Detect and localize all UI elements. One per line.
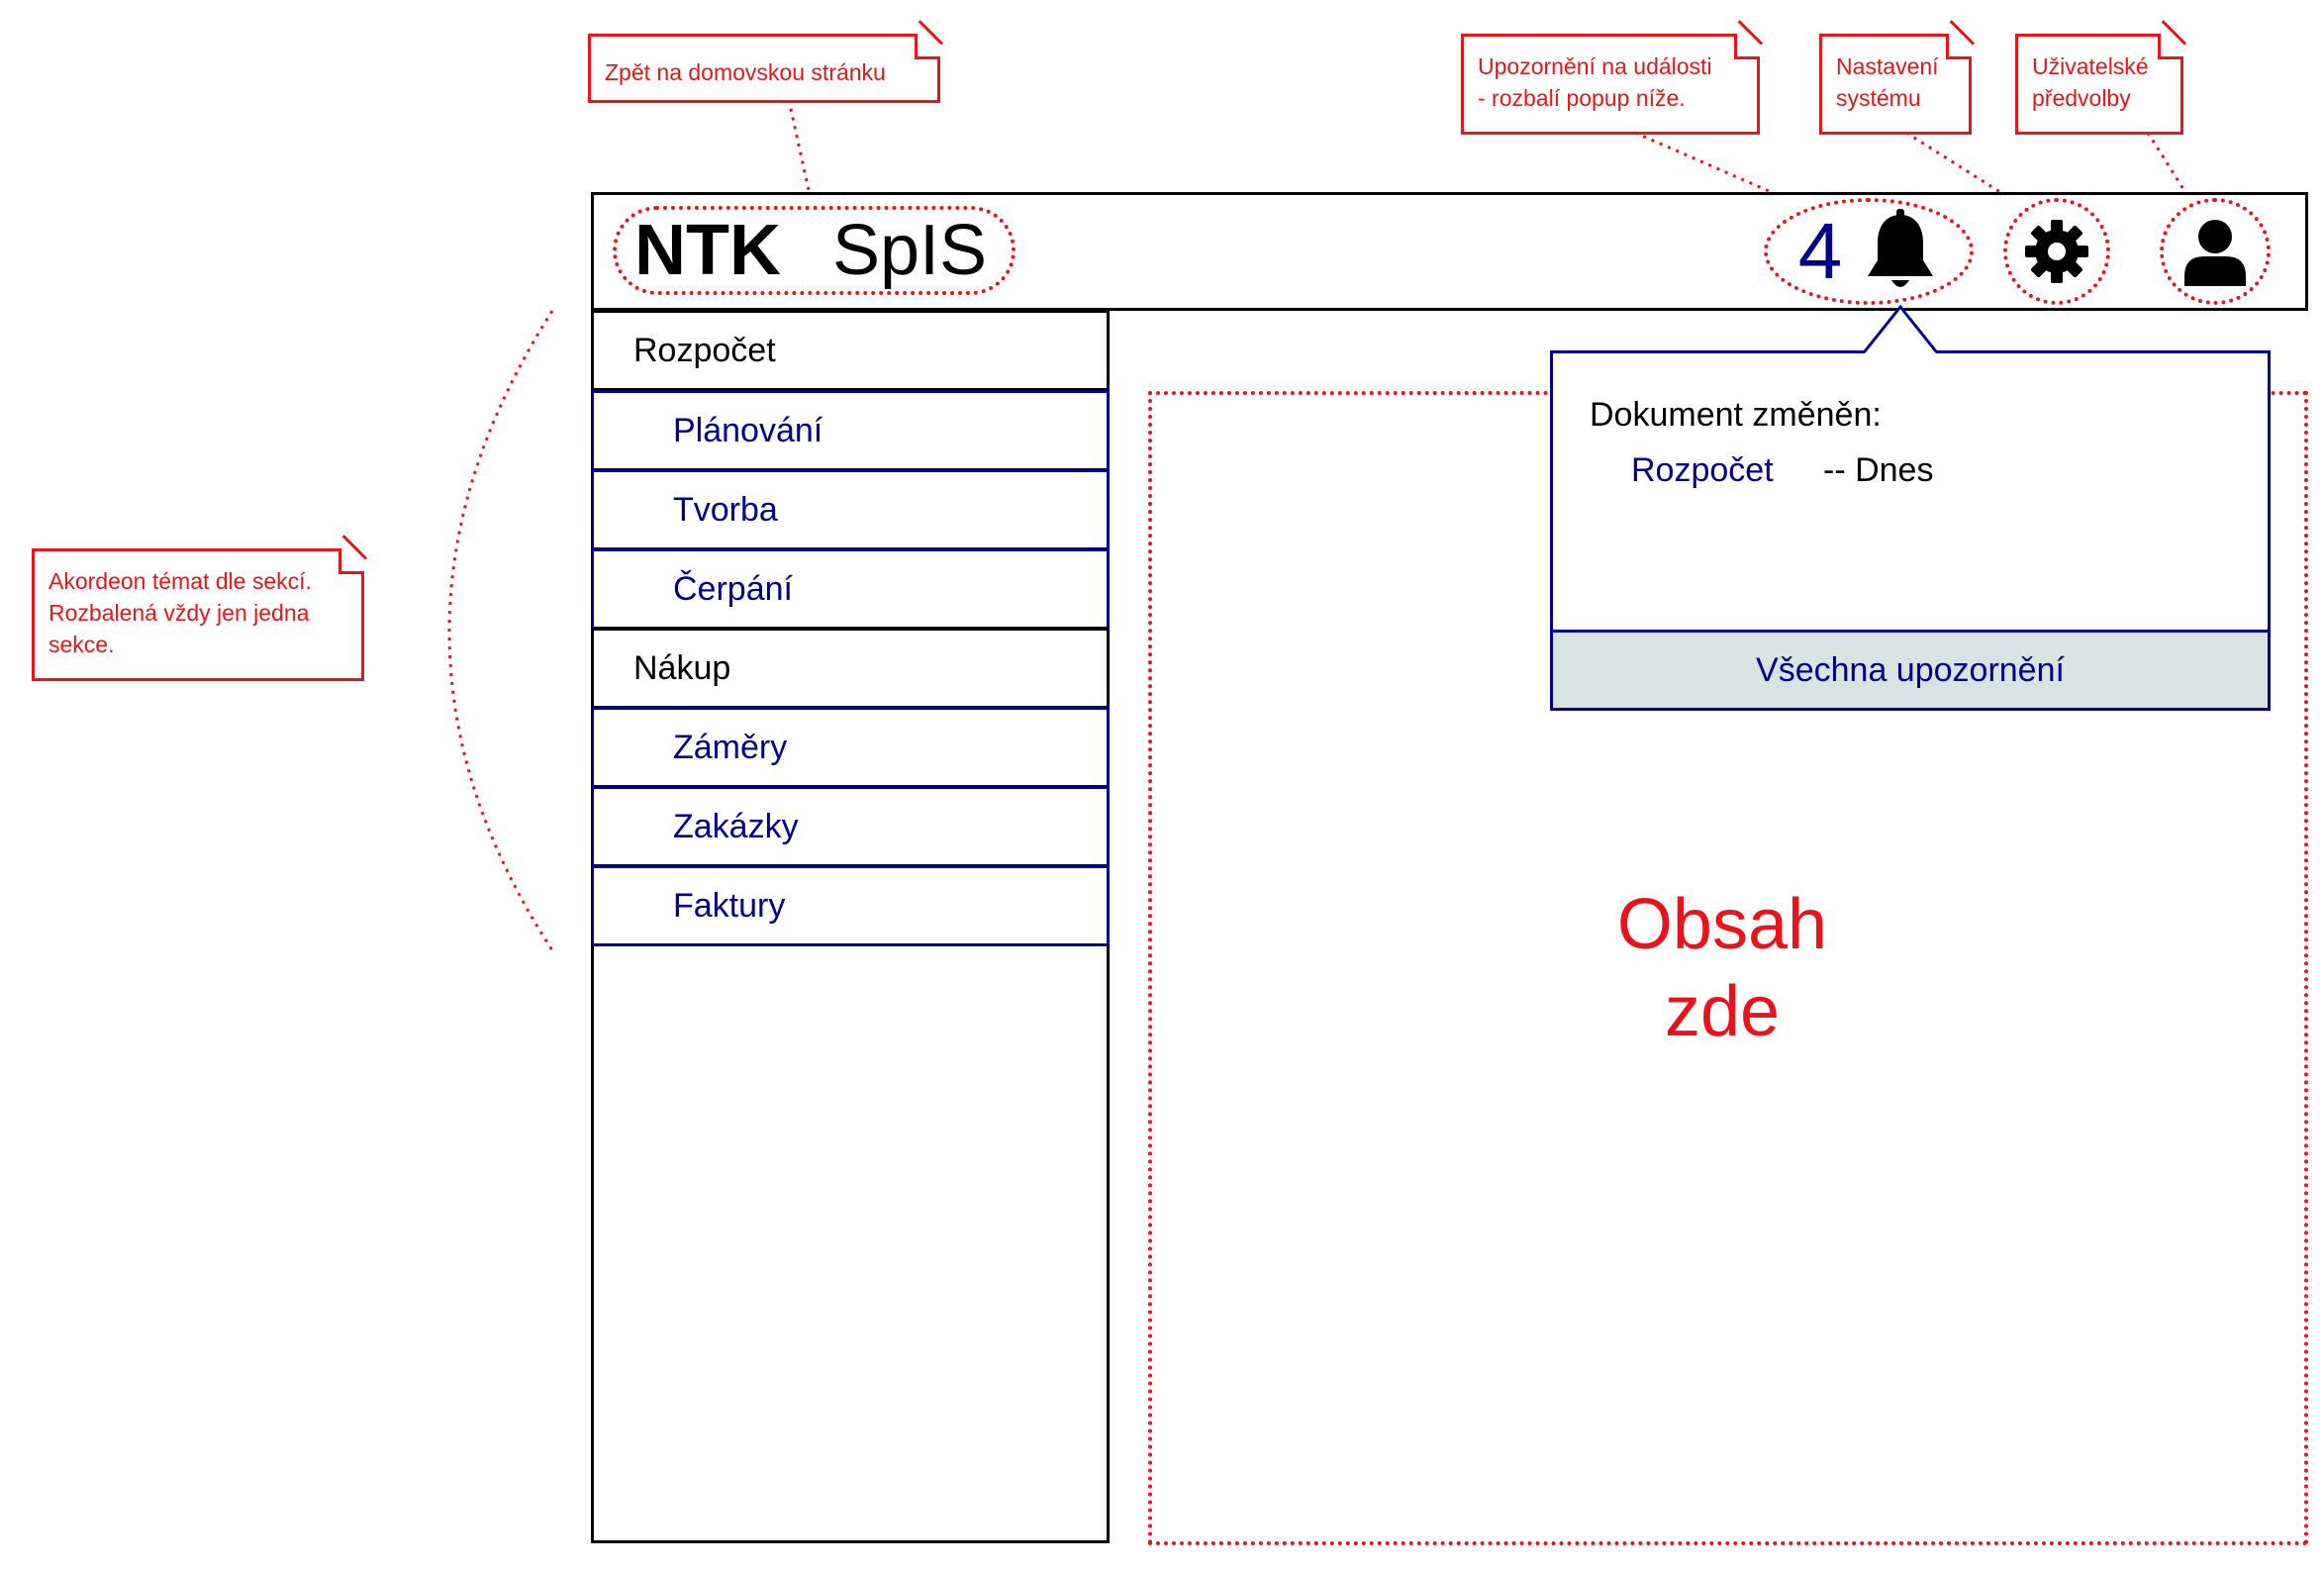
note-accordion-line3: sekce.	[48, 632, 115, 657]
note-accordion-line1: Akordeon témat dle sekcí.	[48, 568, 312, 594]
note-settings: Nastavení systému	[1819, 34, 1972, 135]
home-connector	[787, 99, 814, 205]
notification-document-link[interactable]: Rozpočet	[1631, 451, 1774, 490]
settings-button[interactable]	[2003, 198, 2110, 305]
note-profile-line2: předvolby	[2032, 85, 2131, 111]
accordion-section-nakup[interactable]: Nákup	[591, 628, 1110, 709]
profile-button[interactable]	[2160, 198, 2271, 305]
sidebar-item-label: Záměry	[673, 728, 788, 766]
section-label: Nákup	[633, 648, 731, 687]
content-placeholder: Obsah zde	[1485, 881, 1960, 1055]
notification-title: Dokument změněn:	[1590, 396, 1882, 434]
sidebar-item-tvorba[interactable]: Tvorba	[591, 469, 1110, 550]
sidebar-item-zakazky[interactable]: Zakázky	[591, 786, 1110, 867]
user-icon	[2184, 220, 2246, 286]
sidebar-item-label: Čerpání	[673, 569, 793, 608]
note-fold	[915, 34, 940, 59]
sidebar-item-planovani[interactable]: Plánování	[591, 390, 1110, 471]
bell-icon	[1868, 209, 1934, 287]
content-placeholder-line1: Obsah	[1616, 885, 1828, 964]
note-settings-line2: systému	[1836, 85, 1921, 111]
note-fold	[1734, 34, 1760, 59]
note-accordion: Akordeon témat dle sekcí. Rozbalená vždy…	[32, 548, 364, 681]
all-notifications-label: Všechna upozornění	[1756, 650, 2065, 689]
all-notifications-link[interactable]: Všechna upozornění	[1550, 630, 2271, 711]
sidebar-item-cerpani[interactable]: Čerpání	[591, 548, 1110, 630]
accordion-arc	[447, 310, 554, 951]
notifications-button[interactable]: 4	[1764, 198, 1974, 305]
content-placeholder-line2: zde	[1664, 972, 1781, 1051]
note-profile-line1: Uživatelské	[2032, 53, 2149, 79]
note-settings-line1: Nastavení	[1836, 53, 1939, 79]
note-profile: Uživatelské předvolby	[2015, 34, 2183, 135]
note-fold	[1946, 34, 1972, 59]
note-accordion-line2: Rozbalená vždy jen jedna	[48, 600, 310, 626]
note-notifications-line1: Upozornění na události	[1478, 53, 1712, 79]
gear-icon	[2025, 220, 2088, 283]
sidebar-item-label: Zakázky	[673, 807, 799, 845]
note-home: Zpět na domovskou stránku	[588, 34, 940, 103]
section-label: Rozpočet	[633, 331, 776, 369]
home-link[interactable]: NTK SpIS	[613, 206, 1016, 295]
sidebar-item-faktury[interactable]: Faktury	[591, 865, 1110, 946]
notification-count: 4	[1797, 207, 1843, 295]
accordion-section-rozpocet[interactable]: Rozpočet	[591, 310, 1110, 391]
note-notifications: Upozornění na události - rozbalí popup n…	[1461, 34, 1760, 135]
sidebar-item-zamery[interactable]: Záměry	[591, 707, 1110, 788]
note-fold	[2158, 34, 2183, 59]
sidebar-item-label: Plánování	[673, 411, 823, 449]
note-fold	[339, 548, 364, 574]
popup-pointer	[1863, 304, 1938, 353]
brand-name: NTK	[634, 211, 781, 290]
note-home-text: Zpět na domovskou stránku	[605, 59, 886, 85]
sidebar-item-label: Tvorba	[673, 490, 778, 529]
notification-time: -- Dnes	[1823, 451, 1934, 489]
app-name: SpIS	[831, 211, 988, 290]
sidebar-item-label: Faktury	[673, 886, 786, 925]
note-notifications-line2: - rozbalí popup níže.	[1478, 85, 1686, 111]
